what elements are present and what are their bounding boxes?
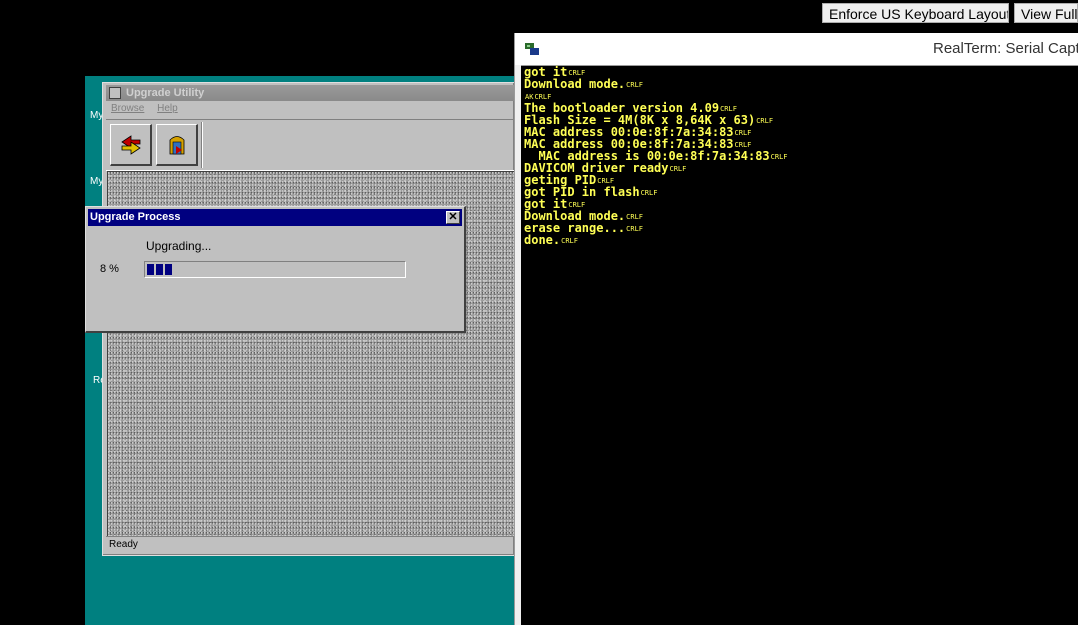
crlf-marker: CRLF [640, 188, 658, 197]
crlf-marker: CRLF [626, 224, 644, 233]
door-exit-icon [169, 135, 184, 154]
toolbar [106, 119, 514, 171]
crlf-marker: CRLF [734, 140, 752, 149]
status-bar: Ready [106, 536, 514, 553]
toolbar-separator [201, 122, 203, 168]
crlf-marker: CRLF [770, 152, 788, 161]
progress-block [156, 264, 163, 275]
exit-toolbar-button[interactable] [156, 124, 198, 166]
crlf-marker: CRLF [597, 176, 615, 185]
terminal-line: Download mode.CRLF [521, 78, 1078, 90]
window-title: Upgrade Utility [126, 87, 205, 99]
crlf-marker: CRLF [734, 128, 752, 137]
dialog-title: Upgrade Process [90, 211, 181, 223]
terminal-line-text: Download mode. [524, 77, 626, 91]
progress-block [165, 264, 172, 275]
terminal-output[interactable]: got itCRLF Download mode.CRLF AKCRLF The bo… [521, 65, 1078, 625]
terminal-line: done.CRLF [521, 234, 1078, 246]
menu-browse[interactable]: Browse [111, 103, 144, 114]
crlf-marker: CRLF [568, 200, 586, 209]
terminal-line: erase range...CRLF [521, 222, 1078, 234]
crlf-marker: CRLF [720, 104, 737, 113]
progress-percent: 8 % [100, 263, 119, 275]
upgrade-process-dialog: Upgrade Process ✕ Upgrading... 8 % [85, 206, 466, 333]
menu-help[interactable]: Help [157, 103, 178, 114]
progress-bar [144, 261, 406, 278]
dialog-titlebar[interactable]: Upgrade Process ✕ [88, 209, 462, 226]
crlf-marker: CRLF [669, 164, 687, 173]
terminal-line-text: done. [524, 233, 561, 247]
enforce-keyboard-button[interactable]: Enforce US Keyboard Layout [822, 3, 1009, 23]
crlf-marker: CRLF [568, 68, 586, 77]
view-fullscreen-button[interactable]: View Fulls [1014, 3, 1078, 23]
recycle-arrows-icon [120, 134, 141, 155]
control-char-marker: AK [525, 92, 534, 101]
progress-block [147, 264, 154, 275]
close-button[interactable]: ✕ [446, 211, 460, 224]
terminal-line: DAVICOM driver readyCRLF [521, 162, 1078, 174]
crlf-marker: CRLF [626, 212, 644, 221]
realterm-window: RealTerm: Serial Captu got itCRLF Downloa… [514, 33, 1078, 625]
terminal-line: got PID in flashCRLF [521, 186, 1078, 198]
serial-port-icon [525, 43, 539, 55]
crlf-marker: CRLF [756, 116, 774, 125]
close-icon: ✕ [448, 211, 458, 223]
app-icon [109, 87, 121, 99]
upgrade-toolbar-button[interactable] [110, 124, 152, 166]
menu-bar: Browse Help [111, 103, 188, 114]
realterm-titlebar[interactable]: RealTerm: Serial Captu [515, 33, 1078, 65]
realterm-title: RealTerm: Serial Captu [933, 40, 1078, 57]
crlf-marker: CRLF [561, 236, 578, 245]
crlf-marker: CRLF [534, 92, 552, 101]
upgrade-utility-titlebar[interactable]: Upgrade Utility [106, 85, 514, 101]
upgrade-status-text: Upgrading... [146, 239, 212, 253]
crlf-marker: CRLF [626, 80, 644, 89]
